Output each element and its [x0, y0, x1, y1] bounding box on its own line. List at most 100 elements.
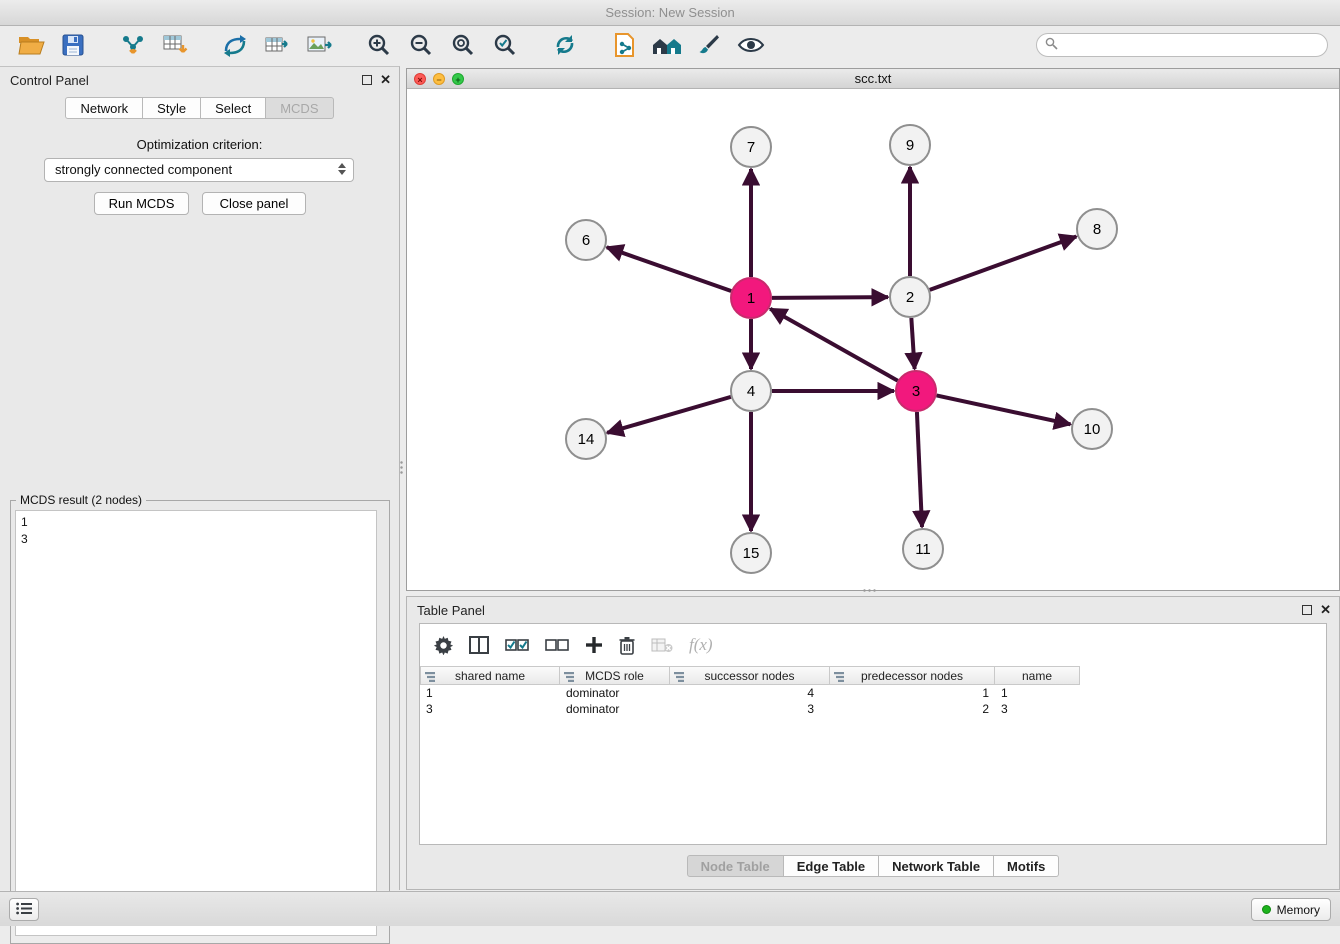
- close-panel-button[interactable]: Close panel: [202, 192, 306, 215]
- export-table-button[interactable]: [256, 30, 298, 62]
- tab-edge-table[interactable]: Edge Table: [784, 855, 879, 877]
- optimization-criterion-label: Optimization criterion:: [0, 137, 399, 152]
- main-toolbar: [0, 27, 1340, 65]
- tab-motifs[interactable]: Motifs: [994, 855, 1059, 877]
- column-header-name[interactable]: name: [995, 666, 1080, 685]
- open-session-button[interactable]: [10, 30, 52, 62]
- save-session-button[interactable]: [52, 30, 94, 62]
- network-canvas[interactable]: 7 9 6 8 1 2 4 3 14 10 15 11: [407, 89, 1339, 590]
- run-mcds-button[interactable]: Run MCDS: [94, 192, 189, 215]
- graph-node-9[interactable]: 9: [890, 125, 930, 165]
- close-panel-icon[interactable]: ✕: [380, 74, 391, 86]
- graph-node-1[interactable]: 1: [731, 278, 771, 318]
- zoom-fit-button[interactable]: [442, 30, 484, 62]
- refresh-icon: [553, 33, 577, 60]
- float-panel-icon[interactable]: [362, 75, 372, 85]
- table-toolbar: f(x): [420, 624, 1326, 666]
- settings-gear-icon[interactable]: [434, 636, 453, 655]
- zoom-out-button[interactable]: [400, 30, 442, 62]
- mcds-result-list[interactable]: 1 3: [15, 510, 377, 936]
- delete-column-trash-icon[interactable]: [619, 636, 635, 655]
- zoom-selected-icon: [493, 33, 517, 60]
- table-panel-title: Table Panel: [417, 603, 485, 618]
- import-table-button[interactable]: [154, 30, 196, 62]
- zoom-window-icon[interactable]: +: [452, 73, 464, 85]
- eye-icon: [737, 35, 765, 58]
- close-window-icon[interactable]: ×: [414, 73, 426, 85]
- zoom-in-button[interactable]: [358, 30, 400, 62]
- add-column-icon[interactable]: [585, 636, 603, 654]
- import-network-icon: [120, 33, 146, 60]
- criterion-value: strongly connected component: [55, 162, 232, 177]
- minimize-window-icon[interactable]: −: [433, 73, 445, 85]
- svg-text:4: 4: [747, 383, 755, 400]
- window-traffic-lights: × − +: [414, 73, 464, 85]
- sort-icon: [834, 671, 844, 685]
- table-row[interactable]: 3 dominator 3 2 3: [420, 701, 1326, 717]
- show-hide-button[interactable]: [730, 30, 772, 62]
- dropdown-stepper-icon: [338, 163, 346, 175]
- status-bar: Memory: [0, 891, 1340, 926]
- column-header-shared-name[interactable]: shared name: [420, 666, 560, 685]
- first-neighbors-button[interactable]: [604, 30, 646, 62]
- svg-text:11: 11: [915, 541, 931, 558]
- close-table-panel-icon[interactable]: ✕: [1320, 604, 1331, 616]
- criterion-dropdown[interactable]: strongly connected component: [44, 158, 354, 182]
- graph-edge-1-2[interactable]: [772, 297, 888, 298]
- graph-edge-3-10[interactable]: [937, 395, 1071, 424]
- tab-style[interactable]: Style: [143, 97, 201, 119]
- tab-node-table[interactable]: Node Table: [687, 855, 784, 877]
- graph-edge-2-3[interactable]: [911, 318, 914, 369]
- graph-edge-2-8[interactable]: [930, 237, 1077, 290]
- network-window: × − + scc.txt 7968124314101511: [406, 68, 1340, 591]
- splitter-grip[interactable]: [862, 588, 878, 593]
- search-input[interactable]: [1058, 38, 1327, 52]
- table-row[interactable]: 1 dominator 4 1 1: [420, 685, 1326, 701]
- graph-node-3[interactable]: 3: [896, 371, 936, 411]
- memory-button[interactable]: Memory: [1251, 898, 1331, 921]
- splitter-grip[interactable]: [399, 460, 404, 476]
- graph-node-14[interactable]: 14: [566, 419, 606, 459]
- first-neighbors-icon: [613, 32, 637, 61]
- deselect-all-icon[interactable]: [545, 637, 569, 653]
- paintbrush-icon: [697, 33, 721, 60]
- home-button[interactable]: [646, 30, 688, 62]
- task-history-button[interactable]: [9, 898, 39, 921]
- memory-status-icon: [1262, 905, 1271, 914]
- export-image-button[interactable]: [298, 30, 340, 62]
- style-paint-button[interactable]: [688, 30, 730, 62]
- graph-edge-1-6[interactable]: [607, 247, 731, 291]
- svg-text:3: 3: [912, 383, 920, 400]
- select-all-icon[interactable]: [505, 637, 529, 653]
- export-network-button[interactable]: [214, 30, 256, 62]
- graph-node-2[interactable]: 2: [890, 277, 930, 317]
- node-table-card: f(x) shared name MCDS role successor nod…: [419, 623, 1327, 845]
- tab-mcds[interactable]: MCDS: [266, 97, 333, 119]
- tab-network-table[interactable]: Network Table: [879, 855, 994, 877]
- column-header-successor-nodes[interactable]: successor nodes: [670, 666, 830, 685]
- graph-edge-3-1[interactable]: [770, 309, 898, 381]
- graph-edge-3-11[interactable]: [917, 412, 922, 527]
- graph-edge-4-14[interactable]: [607, 397, 731, 433]
- graph-node-4[interactable]: 4: [731, 371, 771, 411]
- graph-node-10[interactable]: 10: [1072, 409, 1112, 449]
- graph-node-8[interactable]: 8: [1077, 209, 1117, 249]
- refresh-button[interactable]: [544, 30, 586, 62]
- search-field[interactable]: [1036, 33, 1328, 57]
- column-header-predecessor-nodes[interactable]: predecessor nodes: [830, 666, 995, 685]
- float-table-panel-icon[interactable]: [1302, 605, 1312, 615]
- import-network-button[interactable]: [112, 30, 154, 62]
- column-header-mcds-role[interactable]: MCDS role: [560, 666, 670, 685]
- sort-icon: [425, 671, 435, 685]
- graph-node-11[interactable]: 11: [903, 529, 943, 569]
- zoom-fit-icon: [451, 33, 475, 60]
- tab-network[interactable]: Network: [65, 97, 143, 119]
- tab-select[interactable]: Select: [201, 97, 266, 119]
- graph-node-6[interactable]: 6: [566, 220, 606, 260]
- column-layout-icon[interactable]: [469, 636, 489, 654]
- graph-node-15[interactable]: 15: [731, 533, 771, 573]
- svg-text:6: 6: [582, 232, 590, 249]
- zoom-selected-button[interactable]: [484, 30, 526, 62]
- graph-node-7[interactable]: 7: [731, 127, 771, 167]
- memory-label: Memory: [1277, 903, 1320, 917]
